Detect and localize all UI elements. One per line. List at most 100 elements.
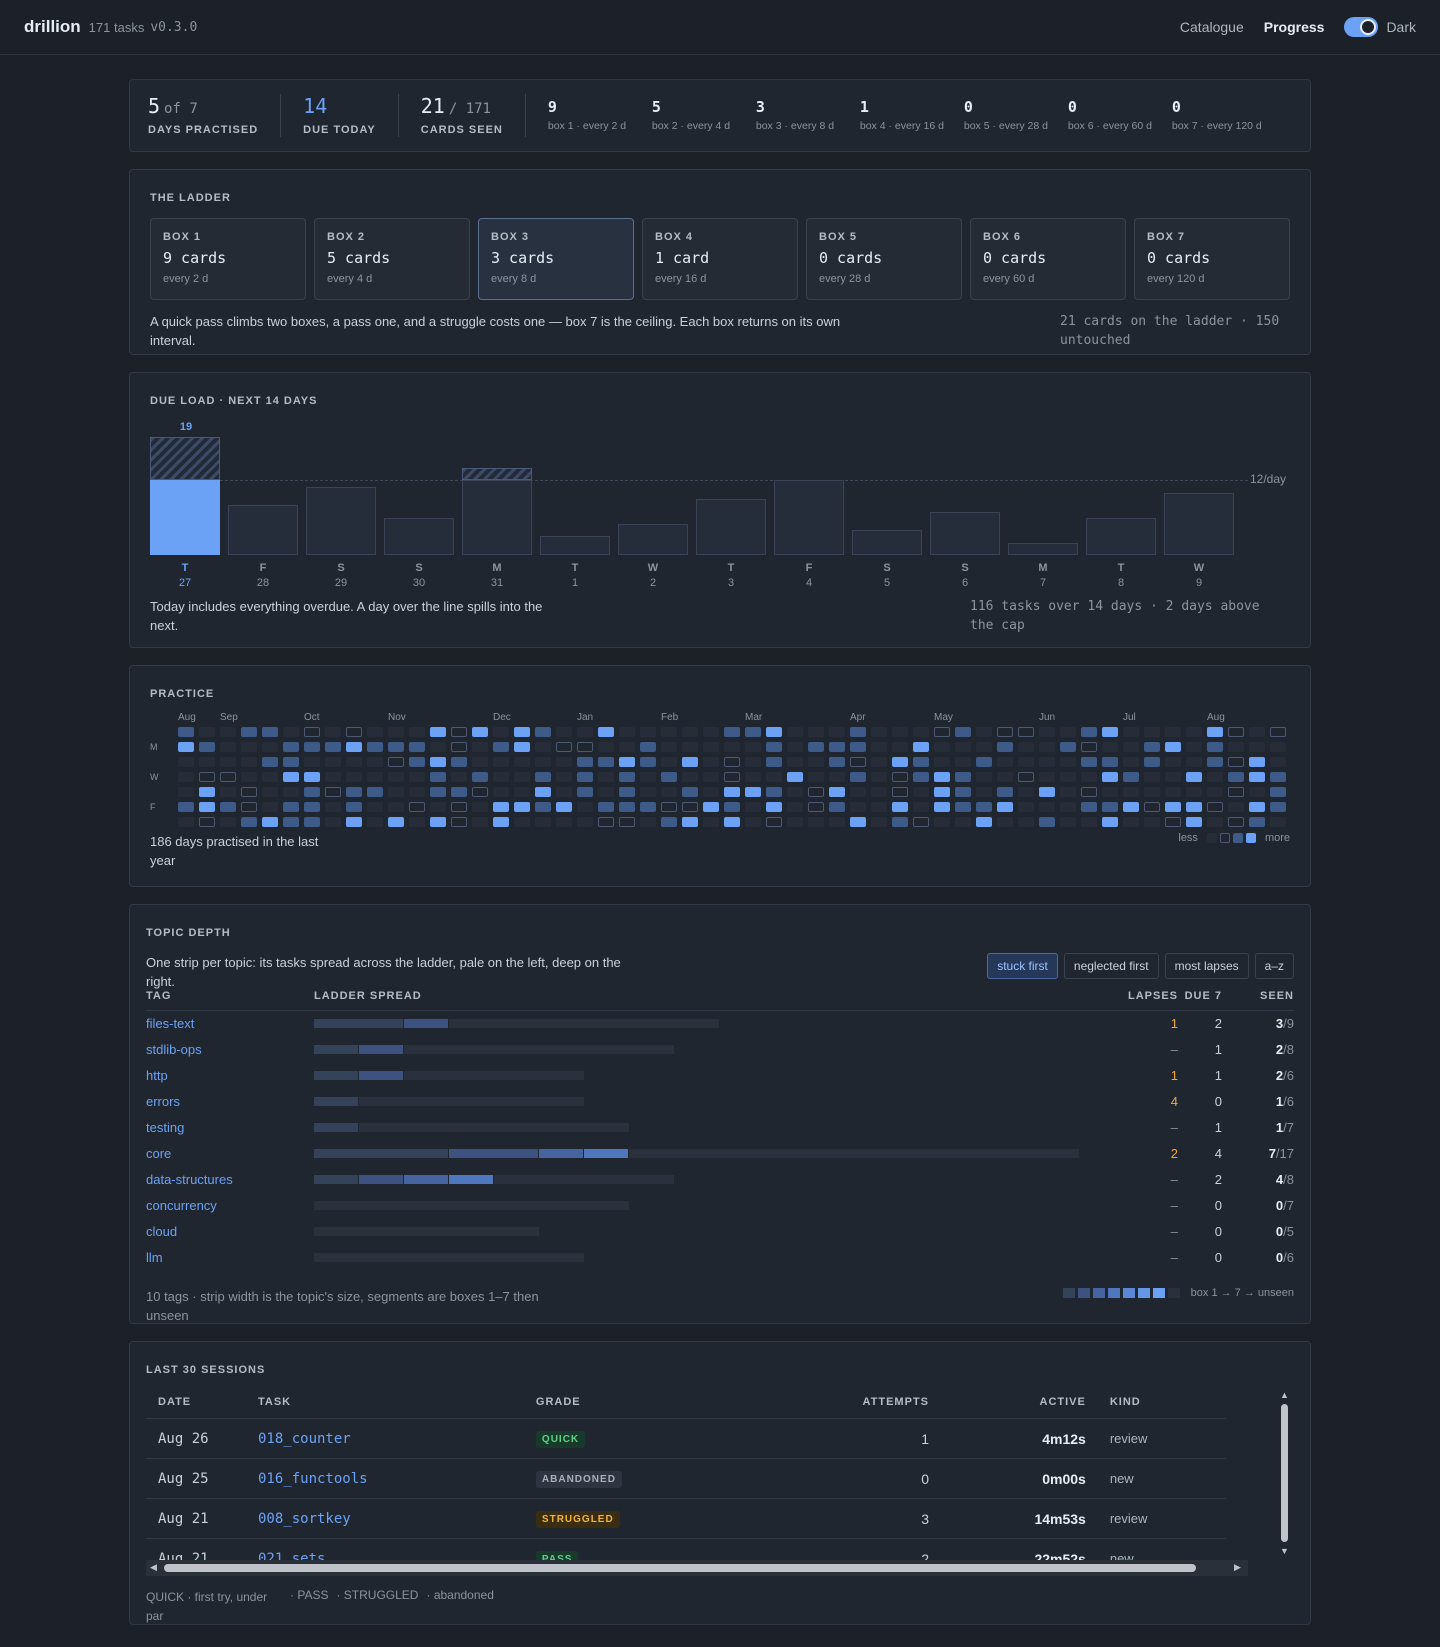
heatmap-cell[interactable] xyxy=(913,787,929,797)
due-bar[interactable] xyxy=(150,480,220,555)
heatmap-cell[interactable] xyxy=(535,727,551,737)
heatmap-cell[interactable] xyxy=(682,727,698,737)
heatmap-cell[interactable] xyxy=(724,757,740,767)
heatmap-cell[interactable] xyxy=(1228,757,1244,767)
heatmap-cell[interactable] xyxy=(703,757,719,767)
heatmap-cell[interactable] xyxy=(808,757,824,767)
heatmap-cell[interactable] xyxy=(514,742,530,752)
heatmap-cell[interactable] xyxy=(1081,757,1097,767)
session-task-link[interactable]: 008_sortkey xyxy=(246,1498,524,1539)
heatmap-cell[interactable] xyxy=(829,787,845,797)
heatmap-cell[interactable] xyxy=(1249,742,1265,752)
heatmap-cell[interactable] xyxy=(1039,787,1055,797)
heatmap-cell[interactable] xyxy=(472,742,488,752)
due-bar[interactable] xyxy=(1008,543,1078,555)
heatmap-cell[interactable] xyxy=(535,802,551,812)
heatmap-cell[interactable] xyxy=(367,772,383,782)
session-task-link[interactable]: 016_functools xyxy=(246,1458,524,1499)
heatmap-cell[interactable] xyxy=(262,757,278,767)
heatmap-cell[interactable] xyxy=(640,787,656,797)
heatmap-cell[interactable] xyxy=(829,757,845,767)
heatmap-cell[interactable] xyxy=(430,802,446,812)
heatmap-cell[interactable] xyxy=(1060,817,1076,827)
heatmap-cell[interactable] xyxy=(976,787,992,797)
topic-tag[interactable]: http xyxy=(146,1063,314,1089)
heatmap-cell[interactable] xyxy=(787,802,803,812)
heatmap-cell[interactable] xyxy=(808,787,824,797)
heatmap-cell[interactable] xyxy=(472,772,488,782)
col-tag[interactable]: TAG xyxy=(146,990,314,1011)
heatmap-cell[interactable] xyxy=(955,727,971,737)
heatmap-cell[interactable] xyxy=(430,772,446,782)
heatmap-cell[interactable] xyxy=(1165,742,1181,752)
session-row[interactable]: Aug 25 016_functools ABANDONED 0 0m00s new xyxy=(146,1458,1226,1499)
heatmap-cell[interactable] xyxy=(1060,787,1076,797)
heatmap-cell[interactable] xyxy=(1039,817,1055,827)
heatmap-cell[interactable] xyxy=(493,772,509,782)
heatmap-cell[interactable] xyxy=(1228,742,1244,752)
heatmap-cell[interactable] xyxy=(997,787,1013,797)
heatmap-cell[interactable] xyxy=(892,787,908,797)
heatmap-cell[interactable] xyxy=(283,772,299,782)
heatmap-cell[interactable] xyxy=(787,787,803,797)
due-bar[interactable] xyxy=(462,480,532,555)
heatmap-cell[interactable] xyxy=(577,757,593,767)
heatmap-cell[interactable] xyxy=(262,742,278,752)
heatmap-cell[interactable] xyxy=(1018,772,1034,782)
heatmap-cell[interactable] xyxy=(976,817,992,827)
heatmap-cell[interactable] xyxy=(934,757,950,767)
heatmap-cell[interactable] xyxy=(934,787,950,797)
heatmap-cell[interactable] xyxy=(1144,802,1160,812)
topic-row[interactable]: http 1 1 2/6 xyxy=(146,1063,1294,1089)
due-bar[interactable] xyxy=(306,487,376,555)
heatmap-cell[interactable] xyxy=(976,802,992,812)
heatmap-cell[interactable] xyxy=(934,772,950,782)
heatmap-cell[interactable] xyxy=(325,802,341,812)
heatmap-cell[interactable] xyxy=(346,802,362,812)
heatmap-cell[interactable] xyxy=(1270,802,1286,812)
heatmap-cell[interactable] xyxy=(1270,727,1286,737)
heatmap-cell[interactable] xyxy=(703,817,719,827)
heatmap-cell[interactable] xyxy=(1123,772,1139,782)
heatmap-cell[interactable] xyxy=(598,757,614,767)
heatmap-cell[interactable] xyxy=(577,727,593,737)
heatmap-cell[interactable] xyxy=(535,772,551,782)
heatmap-cell[interactable] xyxy=(871,772,887,782)
heatmap-cell[interactable] xyxy=(703,742,719,752)
col-seen[interactable]: SEEN xyxy=(1234,990,1294,1011)
heatmap-cell[interactable] xyxy=(682,772,698,782)
heatmap-cell[interactable] xyxy=(1207,772,1223,782)
heatmap-cell[interactable] xyxy=(871,757,887,767)
heatmap-cell[interactable] xyxy=(388,817,404,827)
heatmap-cell[interactable] xyxy=(997,727,1013,737)
heatmap-cell[interactable] xyxy=(409,757,425,767)
heatmap-cell[interactable] xyxy=(1039,742,1055,752)
heatmap-cell[interactable] xyxy=(1060,802,1076,812)
heatmap-cell[interactable] xyxy=(682,757,698,767)
heatmap-cell[interactable] xyxy=(1018,742,1034,752)
heatmap-cell[interactable] xyxy=(199,787,215,797)
topic-tag[interactable]: data-structures xyxy=(146,1167,314,1193)
sort-button-1[interactable]: neglected first xyxy=(1063,953,1159,979)
heatmap-cell[interactable] xyxy=(1102,757,1118,767)
heatmap-cell[interactable] xyxy=(871,727,887,737)
heatmap-cell[interactable] xyxy=(619,742,635,752)
heatmap-cell[interactable] xyxy=(1165,772,1181,782)
heatmap-cell[interactable] xyxy=(682,742,698,752)
sessions-scroll-area[interactable]: DATE TASK GRADE ATTEMPTS ACTIVE KIND Aug… xyxy=(146,1390,1294,1576)
heatmap-cell[interactable] xyxy=(934,727,950,737)
heatmap-cell[interactable] xyxy=(178,727,194,737)
heatmap-cell[interactable] xyxy=(1186,742,1202,752)
heatmap-cell[interactable] xyxy=(745,742,761,752)
heatmap-cell[interactable] xyxy=(661,817,677,827)
scroll-left-icon[interactable]: ◀ xyxy=(150,1562,157,1573)
heatmap-cell[interactable] xyxy=(724,727,740,737)
heatmap-cell[interactable] xyxy=(1060,742,1076,752)
heatmap-cell[interactable] xyxy=(892,757,908,767)
heatmap-cell[interactable] xyxy=(556,817,572,827)
heatmap-cell[interactable] xyxy=(1102,742,1118,752)
heatmap-cell[interactable] xyxy=(598,817,614,827)
heatmap-cell[interactable] xyxy=(556,742,572,752)
heatmap-cell[interactable] xyxy=(472,802,488,812)
heatmap-cell[interactable] xyxy=(598,742,614,752)
